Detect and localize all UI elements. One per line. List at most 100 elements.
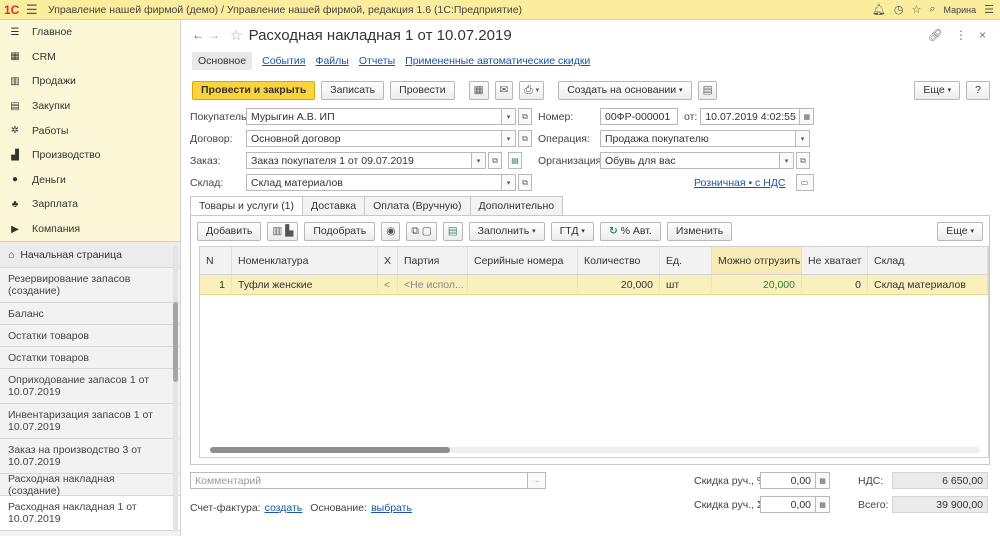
number-field[interactable]: 00ФР-000001: [600, 108, 678, 125]
print-button[interactable]: ⎙ ▾: [519, 80, 545, 100]
comment-field[interactable]: Комментарий: [190, 472, 528, 489]
date-field[interactable]: 10.07.2019 4:02:55: [700, 108, 801, 125]
organization-field[interactable]: Обувь для вас: [600, 152, 780, 169]
open-icon[interactable]: ⧉: [796, 152, 810, 169]
form-tab[interactable]: Отчеты: [359, 55, 395, 67]
chevron-down-icon[interactable]: ▾: [780, 152, 794, 169]
buyer-field[interactable]: Мурыгин А.В. ИП: [246, 108, 502, 125]
horizontal-scrollbar[interactable]: [210, 447, 980, 453]
price-type-link[interactable]: Розничная • с НДС: [694, 177, 786, 189]
form-tab[interactable]: События: [262, 55, 305, 67]
form-tab[interactable]: Основное: [192, 52, 253, 70]
help-button[interactable]: ?: [966, 80, 990, 100]
open-window-item[interactable]: Остатки товаров: [0, 347, 180, 369]
sidebar-section-item[interactable]: ● Деньги: [0, 168, 180, 193]
detail-tab[interactable]: Оплата (Вручную): [364, 196, 471, 215]
calculator-icon[interactable]: ▦: [816, 496, 830, 513]
warehouse-field[interactable]: Склад материалов: [246, 174, 502, 191]
expand-comment-icon[interactable]: …: [528, 472, 546, 489]
open-window-item[interactable]: Остатки товаров: [0, 325, 180, 347]
chevron-down-icon[interactable]: ▾: [502, 130, 516, 147]
column-header[interactable]: Номенклатура: [232, 247, 378, 274]
column-header[interactable]: Можно отгрузить: [712, 247, 802, 274]
sidebar-scrollbar[interactable]: [173, 246, 178, 532]
table-view-button[interactable]: ▤: [442, 221, 463, 241]
post-and-close-button[interactable]: Провести и закрыть: [192, 80, 316, 100]
column-header[interactable]: Не хватает: [802, 247, 868, 274]
table-cell-can-ship[interactable]: 20,000: [712, 275, 802, 294]
create-based-on-button[interactable]: Создать на основании ▾: [558, 80, 692, 100]
sidebar-section-item[interactable]: ✲ Работы: [0, 118, 180, 143]
sidebar-section-item[interactable]: ♣ Зарплата: [0, 192, 180, 217]
sidebar-section-item[interactable]: ▥ Продажи: [0, 69, 180, 94]
open-window-item[interactable]: Резервирование запасов (создание): [0, 268, 180, 303]
save-button[interactable]: Записать: [321, 80, 385, 100]
email-button[interactable]: ✉: [494, 80, 514, 100]
form-tab[interactable]: Файлы: [315, 55, 348, 67]
home-page-item[interactable]: ⌂ Начальная страница: [0, 242, 180, 268]
sidebar-section-item[interactable]: ▟ Производство: [0, 143, 180, 168]
contract-field[interactable]: Основной договор: [246, 130, 502, 147]
table-more-button[interactable]: Еще ▾: [937, 221, 983, 241]
choose-basis-link[interactable]: выбрать: [371, 502, 412, 514]
detail-tab[interactable]: Доставка: [302, 196, 366, 215]
order-field[interactable]: Заказ покупателя 1 от 09.07.2019: [246, 152, 472, 169]
detail-tab[interactable]: Товары и услуги (1): [190, 196, 304, 215]
calculator-icon[interactable]: ▦: [816, 472, 830, 489]
column-header[interactable]: Склад: [868, 247, 988, 274]
main-menu-icon[interactable]: ☰: [26, 2, 42, 18]
sidebar-section-item[interactable]: ☰ Главное: [0, 20, 180, 45]
calendar-icon[interactable]: ▦: [800, 108, 815, 125]
gtd-button[interactable]: ГТД ▾: [550, 221, 594, 241]
sidebar-scroll-thumb[interactable]: [173, 302, 178, 382]
table-cell-serial[interactable]: [468, 275, 578, 294]
auto-discount-button[interactable]: ↻ % Авт.: [599, 221, 661, 241]
open-icon[interactable]: ⧉: [518, 174, 532, 191]
table-cell-x[interactable]: <: [378, 275, 398, 294]
history-icon[interactable]: ◷: [894, 3, 904, 16]
more-button[interactable]: Еще ▾: [914, 80, 961, 100]
sidebar-section-item[interactable]: ▦ CRM: [0, 45, 180, 70]
table-cell-batch[interactable]: <Не испол...: [398, 275, 468, 294]
search-icon[interactable]: ⌕: [929, 3, 935, 16]
copy-rows-button[interactable]: ⧉ ▢: [406, 221, 437, 241]
sidebar-section-item[interactable]: ▶ Компания: [0, 217, 180, 242]
structure-button[interactable]: ▤: [697, 80, 718, 100]
horizontal-scroll-thumb[interactable]: [210, 447, 450, 453]
chevron-down-icon[interactable]: ▾: [796, 130, 810, 147]
post-button[interactable]: Провести: [390, 80, 455, 100]
table-cell-n[interactable]: 1: [200, 275, 232, 294]
back-arrow-icon[interactable]: ←: [192, 28, 208, 42]
forward-arrow-icon[interactable]: →: [208, 28, 224, 42]
favorite-star-icon[interactable]: ☆: [230, 27, 243, 44]
open-window-item[interactable]: Баланс: [0, 303, 180, 325]
user-name[interactable]: Марина: [944, 5, 977, 15]
discount-pct-field[interactable]: 0,00: [760, 472, 816, 489]
open-window-item[interactable]: Оприходование запасов 1 от 10.07.2019: [0, 369, 180, 404]
add-row-button[interactable]: Добавить: [197, 221, 262, 241]
table-cell-qty[interactable]: 20,000: [578, 275, 660, 294]
open-icon[interactable]: ⧉: [518, 108, 532, 125]
fill-button[interactable]: Заполнить ▾: [468, 221, 545, 241]
open-icon[interactable]: ⧉: [488, 152, 502, 169]
operation-field[interactable]: Продажа покупателю: [600, 130, 796, 147]
chevron-down-icon[interactable]: ▾: [502, 108, 516, 125]
table-cell-shortage[interactable]: 0: [802, 275, 868, 294]
detail-tab[interactable]: Дополнительно: [469, 196, 564, 215]
view-button[interactable]: ◉: [381, 221, 401, 241]
fill-by-order-icon[interactable]: ▤: [508, 152, 522, 169]
sidebar-section-item[interactable]: ▤ Закупки: [0, 94, 180, 119]
notifications-icon[interactable]: 🔔︎: [872, 3, 886, 16]
settings-menu-icon[interactable]: ☰: [984, 3, 994, 16]
barcode-button[interactable]: ▥ ▙: [267, 221, 299, 241]
discount-sum-field[interactable]: 0,00: [760, 496, 816, 513]
open-icon[interactable]: ⧉: [518, 130, 532, 147]
open-window-item[interactable]: Заказ на производство 3 от 10.07.2019: [0, 439, 180, 474]
link-icon[interactable]: 🔗︎: [928, 28, 943, 42]
more-vertical-icon[interactable]: ⋮: [955, 28, 967, 42]
close-icon[interactable]: ×: [979, 28, 986, 42]
favorites-icon[interactable]: ☆: [911, 3, 921, 16]
table-cell-warehouse[interactable]: Склад материалов: [868, 275, 988, 294]
table-row[interactable]: 1 Туфли женские < <Не испол... 20,000 шт 20,00…: [200, 275, 988, 295]
form-tab[interactable]: Примененные автоматические скидки: [405, 55, 590, 67]
